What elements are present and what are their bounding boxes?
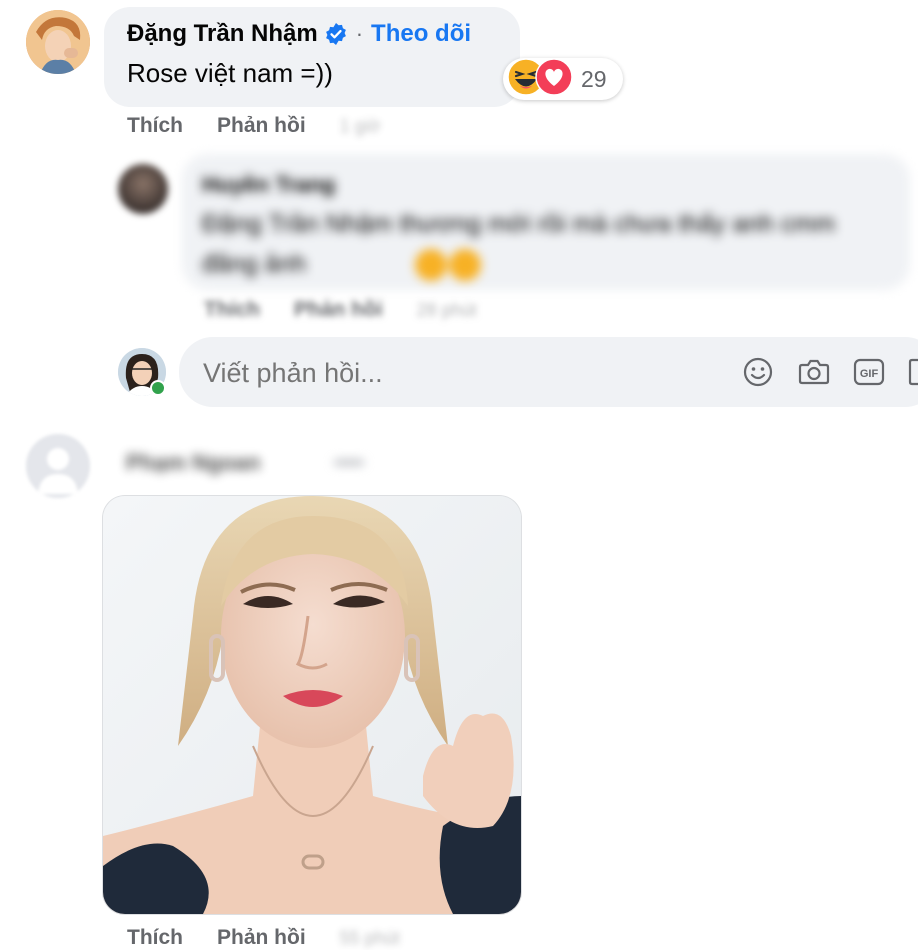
comment-author-avatar[interactable] bbox=[26, 10, 90, 74]
camera-icon[interactable] bbox=[798, 357, 830, 392]
comment2-author-name[interactable]: Phạm Ngoan bbox=[126, 450, 260, 476]
reply-reply-button[interactable]: Phản hồi bbox=[294, 298, 383, 322]
follow-button[interactable]: Theo dõi bbox=[371, 20, 471, 48]
default-profile-icon bbox=[26, 434, 90, 498]
love-icon bbox=[535, 57, 573, 101]
comment2-time[interactable]: 55 phút bbox=[340, 928, 400, 949]
like-button[interactable]: Thích bbox=[127, 114, 183, 138]
emoji-icon[interactable] bbox=[743, 357, 773, 392]
reply-time[interactable]: 28 phút bbox=[417, 300, 477, 321]
comment-header: Đặng Trần Nhậm · Theo dõi bbox=[127, 20, 471, 48]
reply-text: Đặng Trần Nhậm thương mới rồi mà chưa th… bbox=[202, 210, 836, 278]
comment-time[interactable]: 1 giờ bbox=[340, 116, 381, 137]
reaction-summary[interactable]: 29 bbox=[503, 57, 623, 101]
reply-actions: Thích Phản hồi 28 phút bbox=[204, 298, 477, 322]
comment2-header-extra bbox=[334, 460, 364, 465]
sticker-icon[interactable] bbox=[907, 357, 918, 392]
svg-text:GIF: GIF bbox=[860, 368, 879, 380]
reply-like-button[interactable]: Thích bbox=[204, 298, 260, 322]
reply-author-avatar[interactable] bbox=[118, 164, 168, 214]
comment2-actions: Thích Phản hồi 55 phút bbox=[127, 926, 400, 950]
reply-input[interactable] bbox=[201, 351, 725, 395]
comment-actions: Thích Phản hồi 1 giờ bbox=[127, 114, 381, 138]
verified-badge-icon bbox=[324, 22, 348, 46]
photo-portrait-icon bbox=[103, 496, 521, 914]
comment-text: Rose việt nam =)) bbox=[127, 58, 333, 88]
online-status-dot bbox=[150, 380, 166, 396]
gif-icon[interactable]: GIF bbox=[853, 357, 885, 392]
reply-button[interactable]: Phản hồi bbox=[217, 114, 306, 138]
reaction-count: 29 bbox=[581, 65, 607, 92]
reply-emoji-icon bbox=[414, 248, 482, 282]
comment2-reply-button[interactable]: Phản hồi bbox=[217, 926, 306, 950]
reply-author-name[interactable]: Huyền Trang bbox=[202, 172, 335, 198]
comment2-like-button[interactable]: Thích bbox=[127, 926, 183, 950]
comment-author-name[interactable]: Đặng Trần Nhậm bbox=[127, 20, 318, 48]
comment2-author-avatar[interactable] bbox=[26, 434, 90, 498]
avatar-portrait-icon bbox=[26, 10, 90, 74]
separator-dot: · bbox=[355, 21, 364, 46]
comment2-image[interactable] bbox=[103, 496, 521, 914]
